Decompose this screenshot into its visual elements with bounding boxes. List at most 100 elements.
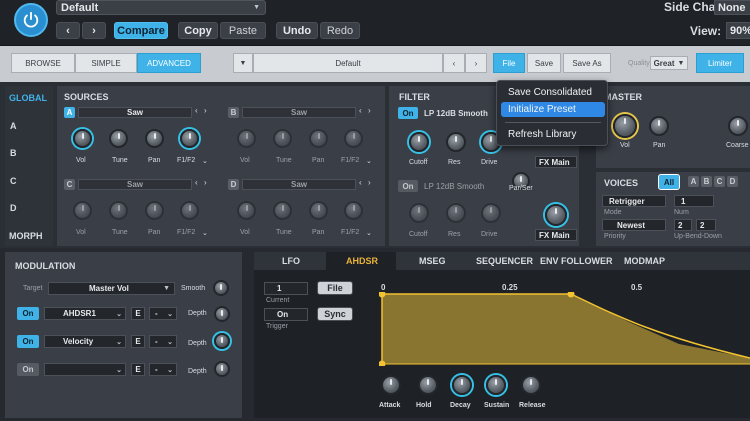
prev-preset-button[interactable]: ‹ [56, 22, 80, 39]
osc-next-wave-button[interactable]: › [204, 106, 207, 115]
osc-c-toggle[interactable]: C [64, 179, 75, 190]
priority-selector[interactable]: Newest [602, 219, 666, 231]
mod-source-selector[interactable]: Velocity ⌄ [44, 335, 126, 348]
mod-via-selector[interactable]: - ⌄ [149, 335, 177, 348]
menu-refresh-library[interactable]: Refresh Library [501, 127, 605, 142]
master-coarse-knob[interactable] [728, 116, 748, 136]
file-button[interactable]: File [493, 53, 525, 73]
nav-c[interactable]: C [10, 176, 17, 186]
retrigger-selector[interactable]: Retrigger [602, 195, 666, 207]
env-release-knob[interactable] [521, 375, 541, 395]
filter2-fx-knob[interactable] [545, 204, 567, 226]
mod-depth-knob[interactable] [214, 361, 230, 377]
nav-b[interactable]: B [10, 148, 17, 158]
nav-morph[interactable]: MORPH [9, 231, 43, 241]
view-zoom-selector[interactable]: 90% [726, 22, 750, 39]
osc-pan-knob[interactable] [309, 201, 328, 220]
env-decay-knob[interactable] [452, 375, 472, 395]
tab-ahdsr[interactable]: AHDSR [346, 256, 378, 266]
osc-prev-wave-button[interactable]: ‹ [195, 106, 198, 115]
menu-save-consolidated[interactable]: Save Consolidated [501, 85, 605, 100]
filter2-cutoff-knob[interactable] [409, 203, 429, 223]
osc-f1-f2-knob[interactable] [344, 201, 363, 220]
mod-depth-knob[interactable] [214, 333, 230, 349]
side-chain-selector[interactable]: None [714, 0, 750, 15]
smooth-knob[interactable] [213, 280, 229, 296]
save-button[interactable]: Save [527, 53, 561, 73]
mod-row-on-button[interactable]: On [17, 307, 39, 320]
voices-a-button[interactable]: A [688, 176, 699, 187]
num-selector[interactable]: 1 [674, 195, 714, 207]
osc-next-wave-button[interactable]: › [204, 178, 207, 187]
filter1-on-button[interactable]: On [398, 107, 418, 119]
osc-b-wave-selector[interactable]: Saw [242, 107, 356, 118]
mod-via-selector[interactable]: - ⌄ [149, 307, 177, 320]
voices-b-button[interactable]: B [701, 176, 712, 187]
filter2-fx-main[interactable]: FX Main [535, 229, 577, 241]
chevron-down-icon[interactable]: ⌄ [202, 157, 208, 165]
filter1-res-knob[interactable] [446, 132, 466, 152]
browse-tab[interactable]: BROWSE [11, 53, 75, 73]
osc-next-wave-button[interactable]: › [368, 106, 371, 115]
undo-button[interactable]: Undo [276, 22, 318, 39]
target-selector[interactable]: Master Vol ▼ [48, 282, 175, 295]
master-pan-knob[interactable] [649, 116, 669, 136]
compare-button[interactable]: Compare [114, 22, 168, 39]
nav-a[interactable]: A [10, 121, 17, 131]
preset-selector[interactable]: Default ▼ [56, 0, 266, 15]
filter1-cutoff-knob[interactable] [409, 132, 429, 152]
filter1-fx-main[interactable]: FX Main [535, 156, 577, 168]
voices-c-button[interactable]: C [714, 176, 725, 187]
voices-all-button[interactable]: All [658, 174, 680, 190]
osc-vol-knob[interactable] [237, 129, 256, 148]
mod-e-button[interactable]: E [131, 335, 145, 348]
osc-a-toggle[interactable]: A [64, 107, 75, 118]
envelope-graph[interactable] [379, 292, 750, 366]
osc-vol-knob[interactable] [73, 201, 92, 220]
mod-depth-knob[interactable] [214, 306, 230, 322]
tab-sequencer[interactable]: SEQUENCER [476, 256, 533, 266]
mod-source-selector[interactable]: AHDSR1 ⌄ [44, 307, 126, 320]
bend-down-selector[interactable]: 2 [696, 219, 716, 231]
osc-f1-f2-knob[interactable] [180, 201, 199, 220]
tab-lfo[interactable]: LFO [282, 256, 300, 266]
mod-e-button[interactable]: E [131, 307, 145, 320]
env-attack-knob[interactable] [381, 375, 401, 395]
chevron-down-icon[interactable]: ⌄ [366, 157, 372, 165]
mod-via-selector[interactable]: - ⌄ [149, 363, 177, 376]
simple-tab[interactable]: SIMPLE [75, 53, 137, 73]
osc-pan-knob[interactable] [309, 129, 328, 148]
sync-button[interactable]: Sync [317, 307, 353, 321]
paste-button[interactable]: Paste [220, 22, 266, 39]
osc-prev-wave-button[interactable]: ‹ [359, 178, 362, 187]
next-preset-button[interactable]: › [82, 22, 106, 39]
tab-modmap[interactable]: MODMAP [624, 256, 665, 266]
osc-f1-f2-knob[interactable] [344, 129, 363, 148]
env-file-button[interactable]: File [317, 281, 353, 295]
voices-d-button[interactable]: D [727, 176, 738, 187]
osc-tune-knob[interactable] [109, 201, 128, 220]
nav-global[interactable]: GLOBAL [9, 93, 47, 103]
tab-mseg[interactable]: MSEG [419, 256, 446, 266]
limiter-button[interactable]: Limiter [696, 53, 744, 73]
quality-selector[interactable]: Great ▼ [650, 56, 688, 70]
osc-b-toggle[interactable]: B [228, 107, 239, 118]
osc-c-wave-selector[interactable]: Saw [78, 179, 192, 190]
master-vol-knob[interactable] [613, 114, 637, 138]
osc-vol-knob[interactable] [237, 201, 256, 220]
nav-d[interactable]: D [10, 203, 17, 213]
osc-d-wave-selector[interactable]: Saw [242, 179, 356, 190]
filter2-res-knob[interactable] [446, 203, 466, 223]
osc-tune-knob[interactable] [273, 129, 292, 148]
redo-button[interactable]: Redo [320, 22, 360, 39]
mod-row-on-button[interactable]: On [17, 335, 39, 348]
power-button[interactable] [14, 3, 48, 37]
osc-d-toggle[interactable]: D [228, 179, 239, 190]
menu-initialize-preset[interactable]: Initialize Preset [501, 102, 605, 117]
toolbar-prev-button[interactable]: ‹ [443, 53, 465, 73]
filter2-type[interactable]: LP 12dB Smooth [424, 182, 484, 191]
save-as-button[interactable]: Save As [563, 53, 611, 73]
mod-e-button[interactable]: E [131, 363, 145, 376]
tab-env-follower[interactable]: ENV FOLLOWER [540, 256, 613, 266]
trigger-selector[interactable]: On [264, 308, 308, 321]
